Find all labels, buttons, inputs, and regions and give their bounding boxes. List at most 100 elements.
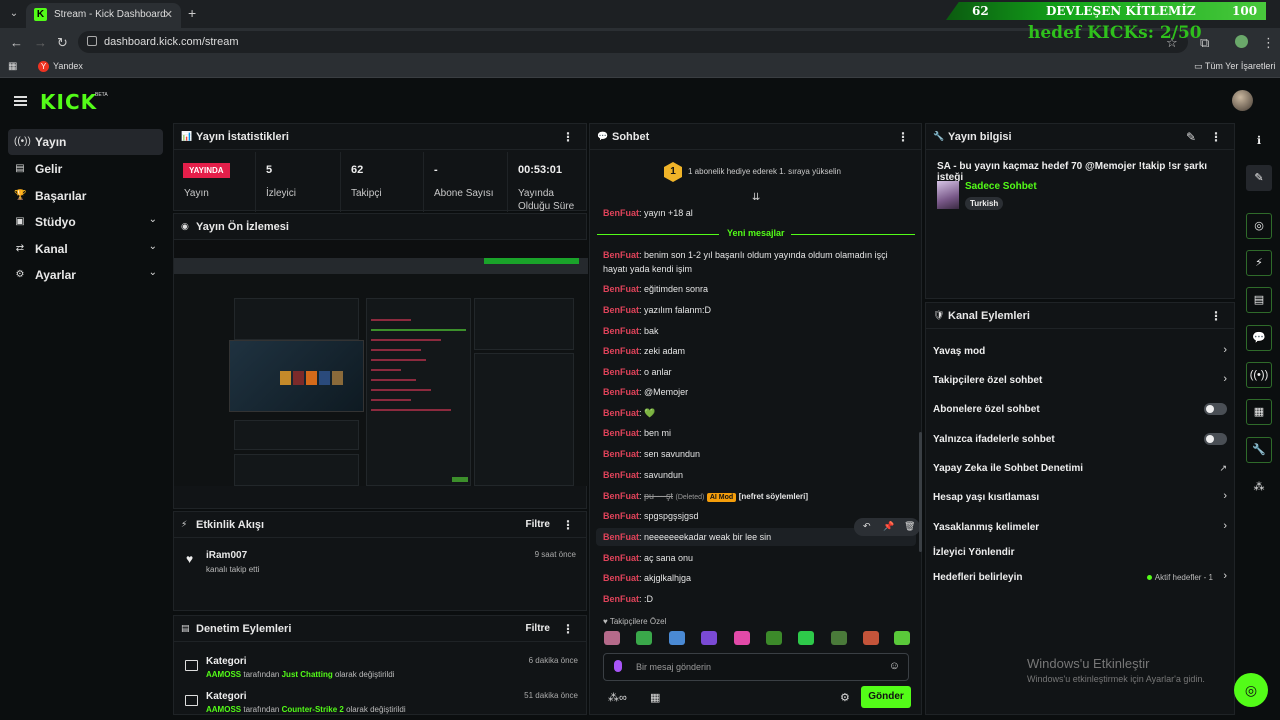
- emote-icon[interactable]: [798, 631, 814, 645]
- chat-username[interactable]: BenFuat: [603, 387, 639, 397]
- chat-message[interactable]: BenFuat: @Memojer: [603, 385, 903, 399]
- forward-icon[interactable]: →: [34, 35, 47, 50]
- chat-username[interactable]: BenFuat: [603, 284, 639, 294]
- sidebar-item-studyo[interactable]: ▣ Stüdyo ⌄: [8, 209, 163, 235]
- more-options-icon[interactable]: ⋮: [562, 622, 574, 636]
- avatar[interactable]: [1232, 90, 1253, 111]
- lightning-icon[interactable]: ⚡: [1246, 250, 1272, 276]
- action-account-age[interactable]: Hesap yaşı kısıtlaması ›: [926, 484, 1235, 510]
- chat-username[interactable]: BenFuat: [603, 594, 639, 604]
- action-slow-mode[interactable]: Yavaş mod ›: [926, 338, 1235, 364]
- kick-logo[interactable]: KICK: [40, 90, 97, 114]
- layout-icon[interactable]: ▦: [1246, 399, 1272, 425]
- chat-username[interactable]: BenFuat: [603, 367, 639, 377]
- action-banned-words[interactable]: Yasaklanmış kelimeler ›: [926, 514, 1235, 540]
- emotes-only-toggle[interactable]: [1204, 433, 1227, 445]
- sidebar-item-yayin[interactable]: ((•)) Yayın: [8, 129, 163, 155]
- url-bar[interactable]: dashboard.kick.com/stream: [78, 31, 1188, 53]
- subscribers-only-toggle[interactable]: [1204, 403, 1227, 415]
- category-name[interactable]: Sadece Sohbet: [965, 181, 1037, 192]
- emote-icon[interactable]: [636, 631, 652, 645]
- sidebar-item-ayarlar[interactable]: ⚙ Ayarlar ⌄: [8, 262, 163, 288]
- chat-username[interactable]: BenFuat: [603, 553, 639, 563]
- sidebar-item-basarilar[interactable]: 🏆 Başarılar: [8, 183, 163, 209]
- chat-message[interactable]: BenFuat: o anlar: [603, 365, 903, 379]
- action-redirect-viewers[interactable]: İzleyici Yönlendir: [926, 539, 1235, 565]
- microphone-icon[interactable]: [614, 660, 622, 672]
- more-options-icon[interactable]: ⋮: [897, 130, 909, 144]
- sidebar-item-kanal[interactable]: ⇄ Kanal ⌄: [8, 236, 163, 262]
- emote-icon[interactable]: [831, 631, 847, 645]
- emote-icon[interactable]: [604, 631, 620, 645]
- chat-scrollbar[interactable]: [919, 432, 922, 552]
- all-bookmarks[interactable]: ▭ Tüm Yer İşaretleri: [1194, 61, 1275, 72]
- emote-icon[interactable]: [894, 631, 910, 645]
- chat-message[interactable]: BenFuat: benim son 1-2 yıl başarılı oldu…: [603, 248, 903, 276]
- chat-message[interactable]: BenFuat: savundun: [603, 468, 903, 482]
- broadcast-icon[interactable]: ((•)): [1246, 362, 1272, 388]
- send-button[interactable]: Gönder: [861, 686, 911, 708]
- document-icon[interactable]: ▤: [1246, 287, 1272, 313]
- chat-message[interactable]: BenFuat: 💚: [603, 406, 903, 420]
- close-icon[interactable]: ✕: [164, 8, 173, 21]
- chat-message-deleted[interactable]: BenFuat: pu----şt (Deleted) AI Mod [nefr…: [603, 489, 903, 505]
- reload-icon[interactable]: ↻: [57, 35, 68, 51]
- more-options-icon[interactable]: ⋮: [1210, 309, 1222, 323]
- chat-username[interactable]: BenFuat: [603, 326, 639, 336]
- filter-button[interactable]: Filtre: [526, 623, 550, 634]
- chat-username[interactable]: BenFuat: [603, 511, 639, 521]
- action-ai-moderation[interactable]: Yapay Zeka ile Sohbet Denetimi ↗: [926, 455, 1235, 481]
- chat-message[interactable]: BenFuat: ben mi: [603, 426, 903, 440]
- stream-preview-video[interactable]: [174, 240, 588, 486]
- chat-username[interactable]: BenFuat: [603, 408, 639, 418]
- chat-username[interactable]: BenFuat: [603, 250, 639, 260]
- chat-username[interactable]: BenFuat: [603, 573, 639, 583]
- chat-username[interactable]: BenFuat: [603, 491, 639, 501]
- store-icon[interactable]: ▦: [650, 691, 660, 704]
- chat-username[interactable]: BenFuat: [603, 305, 639, 315]
- emote-icon[interactable]: [669, 631, 685, 645]
- category-thumbnail[interactable]: [937, 181, 959, 209]
- chat-username[interactable]: BenFuat: [603, 449, 639, 459]
- emote-icon[interactable]: [766, 631, 782, 645]
- info-icon[interactable]: ℹ: [1246, 128, 1272, 154]
- chat-bubble-icon[interactable]: 💬: [1246, 325, 1272, 351]
- chat-message[interactable]: BenFuat: aç sana onu: [603, 551, 903, 565]
- settings-gear-icon[interactable]: ⚙: [840, 691, 850, 704]
- bookmark-yandex[interactable]: Y Yandex: [38, 61, 83, 73]
- emoji-icon[interactable]: ☺: [889, 660, 900, 672]
- filter-button[interactable]: Filtre: [526, 519, 550, 530]
- chat-username[interactable]: BenFuat: [603, 208, 639, 218]
- chat-message[interactable]: BenFuat: yazılım falanm:D: [603, 303, 903, 317]
- edit-icon[interactable]: ✎: [1246, 165, 1272, 191]
- more-options-icon[interactable]: ⋮: [562, 518, 574, 532]
- chat-message[interactable]: BenFuat: :D: [603, 592, 903, 606]
- emote-icon[interactable]: [734, 631, 750, 645]
- chat-username[interactable]: BenFuat: [603, 346, 639, 356]
- moderation-user[interactable]: AAMOSS: [206, 705, 241, 714]
- edit-pencil-icon[interactable]: ✎: [1186, 130, 1196, 144]
- chat-username[interactable]: BenFuat: [603, 470, 639, 480]
- more-options-icon[interactable]: ⋮: [1210, 130, 1222, 144]
- activity-user[interactable]: iRam007: [206, 550, 247, 561]
- chat-username[interactable]: BenFuat: [603, 428, 639, 438]
- action-followers-only[interactable]: Takipçilere özel sohbet ›: [926, 367, 1235, 393]
- delete-icon[interactable]: 🗑: [904, 521, 915, 532]
- action-set-goals[interactable]: Hedefleri belirleyin Aktif hedefler - 1 …: [926, 564, 1235, 590]
- site-info-icon[interactable]: [87, 36, 97, 46]
- more-options-icon[interactable]: ⋮: [562, 130, 574, 144]
- emote-icon[interactable]: [863, 631, 879, 645]
- chat-message[interactable]: BenFuat: zeki adam: [603, 344, 903, 358]
- moderation-user[interactable]: AAMOSS: [206, 670, 241, 679]
- tab-search-icon[interactable]: ⌄: [6, 6, 22, 22]
- chat-message[interactable]: BenFuat: yayın +18 al: [603, 206, 903, 220]
- chat-message[interactable]: BenFuat: sen savundun: [603, 447, 903, 461]
- chat-message-input[interactable]: Bir mesaj gönderin ☺: [603, 653, 909, 681]
- kick-points-icon[interactable]: ⁂∞: [608, 691, 627, 704]
- gift-leaderboard-banner[interactable]: 1 1 abonelik hediye ederek 1. sıraya yük…: [590, 154, 923, 192]
- reply-icon[interactable]: ↶: [863, 521, 871, 532]
- new-tab-icon[interactable]: +: [188, 5, 196, 21]
- pin-icon[interactable]: 📌: [883, 521, 894, 532]
- scan-icon[interactable]: ◎: [1246, 213, 1272, 239]
- browser-tab[interactable]: K Stream - Kick Dashboard ✕: [26, 3, 181, 28]
